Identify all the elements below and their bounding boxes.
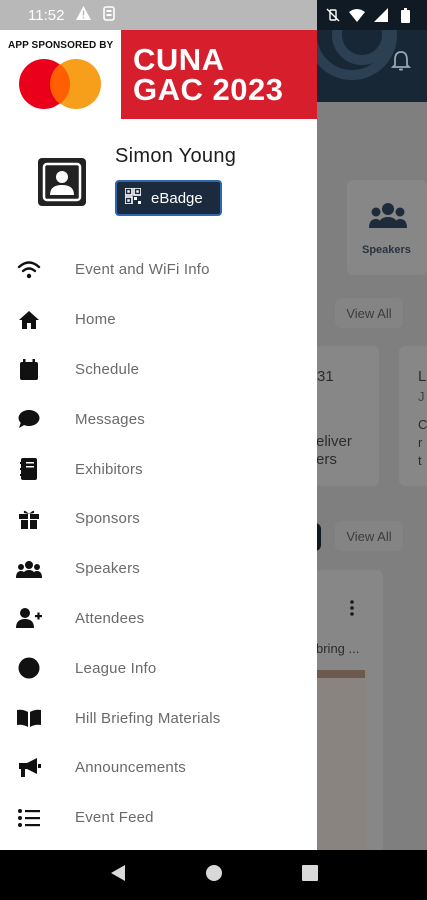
profile-section: Simon Young eBadge	[0, 140, 317, 220]
menu-item-sponsors[interactable]: Sponsors	[0, 494, 317, 544]
vibrate-off-icon	[325, 7, 341, 23]
background-header	[317, 30, 427, 102]
ebadge-button[interactable]: eBadge	[115, 180, 222, 216]
users-icon	[16, 556, 42, 582]
warning-icon	[76, 6, 92, 24]
sponsor-box: APP SPONSORED BY	[0, 30, 122, 120]
mastercard-logo-icon	[18, 58, 102, 110]
bg-text-31: 31	[317, 368, 334, 385]
menu-item-hill-briefing-materials[interactable]: Hill Briefing Materials	[0, 693, 317, 743]
menu-label: Messages	[75, 410, 145, 428]
menu-item-messages[interactable]: Messages	[0, 394, 317, 444]
book-open-icon	[16, 705, 42, 731]
bg-text-t: t	[418, 453, 422, 468]
menu-item-event-feed[interactable]: Event Feed	[0, 793, 317, 843]
menu-item-home[interactable]: Home	[0, 295, 317, 345]
background-photo	[317, 670, 367, 850]
status-bar: 11:52	[0, 0, 427, 30]
user-plus-icon	[16, 605, 42, 631]
menu-label: Announcements	[75, 759, 187, 777]
system-nav-bar	[0, 850, 427, 900]
sponsor-label: APP SPONSORED BY	[8, 40, 114, 51]
sponsor-banner[interactable]: APP SPONSORED BY CUNA GAC 2023	[0, 30, 317, 120]
calendar-icon	[16, 356, 42, 382]
background-app: Speakers View All 31 L J eliver ers C r …	[317, 30, 427, 850]
menu-label: Hill Briefing Materials	[75, 709, 221, 727]
home-icon	[16, 307, 42, 333]
wifi-status-icon	[349, 7, 365, 23]
menu-label: Speakers	[75, 560, 140, 578]
bg-text-j: J	[418, 389, 425, 404]
view-all-button-2[interactable]: View All	[335, 521, 403, 551]
event-title-line1: CUNA	[133, 42, 225, 77]
home-nav-icon[interactable]	[205, 864, 223, 887]
bg-text-bring: bring ...	[317, 641, 360, 656]
back-icon[interactable]	[110, 864, 126, 887]
bg-text-c: C	[418, 417, 427, 432]
gift-icon	[16, 506, 42, 532]
menu-label: Event and WiFi Info	[75, 261, 210, 279]
avatar[interactable]	[38, 158, 86, 206]
list-icon	[16, 805, 42, 831]
drawer-menu: Event and WiFi Info Home Schedule Messag…	[0, 245, 317, 843]
event-title-line2: GAC 2023	[133, 72, 284, 107]
navigation-drawer: APP SPONSORED BY CUNA GAC 2023 Simon You…	[0, 30, 317, 850]
bg-text-l: L	[418, 368, 427, 385]
status-bar-left: 11:52	[0, 0, 317, 30]
menu-label: Home	[75, 311, 116, 329]
speakers-tile[interactable]: Speakers	[347, 180, 427, 275]
menu-label: Schedule	[75, 360, 140, 378]
signal-icon	[373, 7, 389, 23]
menu-item-announcements[interactable]: Announcements	[0, 743, 317, 793]
circle-icon	[16, 655, 42, 681]
event-title: CUNA GAC 2023	[121, 30, 317, 119]
status-bar-right	[317, 0, 427, 30]
chat-icon	[16, 406, 42, 432]
wifi-icon	[16, 257, 42, 283]
background-card-2[interactable]	[399, 346, 427, 486]
menu-label: Sponsors	[75, 510, 140, 528]
menu-item-league-info[interactable]: League Info	[0, 643, 317, 693]
view-all-button[interactable]: View All	[335, 298, 403, 328]
dark-pill[interactable]	[317, 523, 321, 551]
battery-icon	[397, 7, 413, 23]
status-time: 11:52	[28, 6, 65, 24]
speakers-tile-label: Speakers	[362, 244, 411, 256]
menu-label: Exhibitors	[75, 460, 143, 478]
menu-item-schedule[interactable]: Schedule	[0, 345, 317, 395]
address-book-icon	[16, 456, 42, 482]
storage-icon	[103, 5, 116, 25]
menu-item-event-wifi-info[interactable]: Event and WiFi Info	[0, 245, 317, 295]
qr-code-icon	[124, 187, 142, 208]
menu-item-attendees[interactable]: Attendees	[0, 594, 317, 644]
bg-text-r: r	[418, 435, 423, 450]
menu-item-speakers[interactable]: Speakers	[0, 544, 317, 594]
recents-icon[interactable]	[301, 864, 318, 886]
bg-text-ers: ers	[317, 451, 337, 468]
menu-item-exhibitors[interactable]: Exhibitors	[0, 444, 317, 494]
ebadge-label: eBadge	[151, 189, 203, 207]
user-name: Simon Young	[115, 145, 237, 167]
menu-label: Event Feed	[75, 809, 154, 827]
menu-label: Attendees	[75, 609, 145, 627]
menu-label: League Info	[75, 659, 157, 677]
more-options-icon[interactable]	[350, 600, 354, 621]
megaphone-icon	[16, 755, 42, 781]
bell-icon[interactable]	[390, 50, 412, 72]
bg-text-eliver: eliver	[317, 433, 352, 450]
photo-shelf	[317, 670, 365, 678]
users-icon	[369, 202, 407, 235]
